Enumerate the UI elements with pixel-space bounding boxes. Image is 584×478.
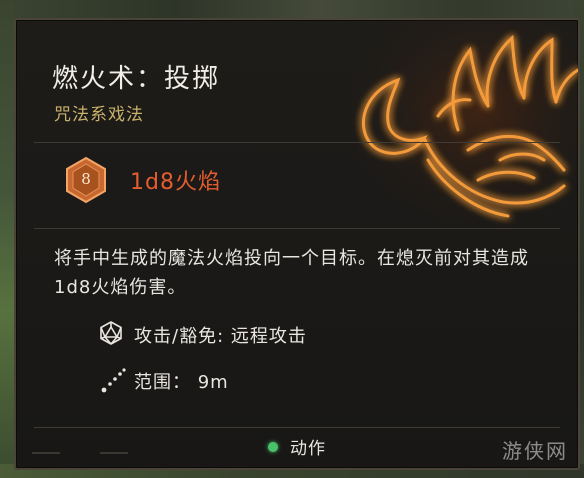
divider <box>34 427 560 428</box>
hotbar-slot <box>32 452 60 468</box>
action-cost-label: 动作 <box>290 439 326 459</box>
d8-die-icon: 8 <box>64 156 108 204</box>
range-stat: 范围： 9m <box>134 372 229 393</box>
d20-icon <box>100 321 122 345</box>
damage-row: 8 1d8火焰 <box>64 156 221 204</box>
divider <box>34 142 560 143</box>
spell-title: 燃火术：投掷 <box>52 64 221 94</box>
watermark-logo: 游侠网 <box>502 439 568 463</box>
divider <box>34 228 560 229</box>
attack-save-stat: 攻击/豁免: 远程攻击 <box>134 326 307 347</box>
range-line-icon <box>101 368 126 393</box>
spell-school: 咒法系戏法 <box>54 105 144 125</box>
spell-description: 将手中生成的魔法火焰投向一个目标。在熄灭前对其造成1d8火焰伤害。 <box>54 248 529 298</box>
die-value: 8 <box>81 170 91 188</box>
action-dot-icon <box>268 441 278 452</box>
hotbar-slot <box>100 452 128 468</box>
hotbar-edge <box>32 452 128 468</box>
game-screen: 燃火术：投掷 咒法系戏法 8 1d8火焰 将手中生成的魔法火焰投向一个目标。在熄… <box>0 0 584 478</box>
flaming-hand-icon <box>328 20 578 250</box>
damage-text: 1d8火焰 <box>130 170 221 195</box>
spell-tooltip: 燃火术：投掷 咒法系戏法 8 1d8火焰 将手中生成的魔法火焰投向一个目标。在熄… <box>14 18 580 470</box>
terrain-background-left <box>0 0 14 478</box>
